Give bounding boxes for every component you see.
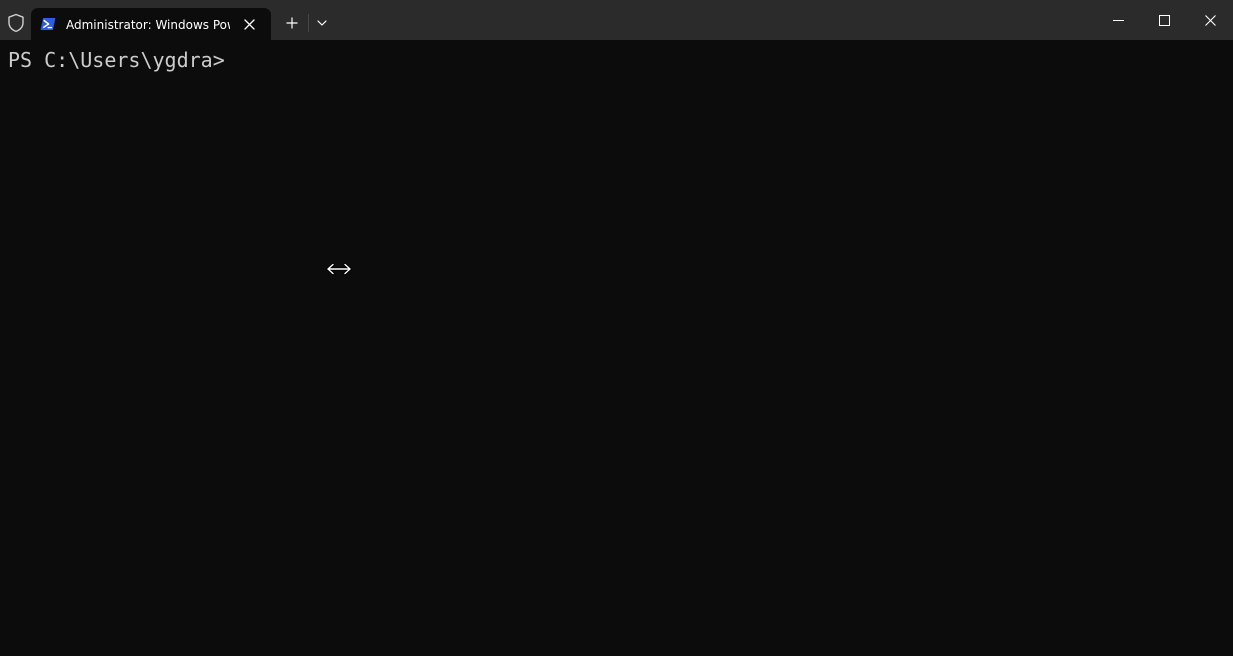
new-tab-button[interactable] [280,11,304,35]
close-icon [1204,14,1216,26]
terminal-pane[interactable]: PS C:\Users\ygdra> [0,40,1233,656]
minimize-icon [1112,19,1124,21]
plus-icon [286,17,298,29]
tab-powershell[interactable]: Administrator: Windows PowerShell [31,8,271,40]
new-tab-dropdown-button[interactable] [311,11,333,35]
title-bar[interactable]: Administrator: Windows PowerShell [0,0,1233,40]
close-window-button[interactable] [1187,0,1233,40]
prompt-line: PS C:\Users\ygdra> [8,48,225,72]
chevron-down-icon [317,20,327,26]
close-icon [243,18,255,30]
tab-close-button[interactable] [240,15,258,33]
shield-icon [8,13,24,33]
maximize-icon [1158,14,1170,26]
tab-divider [308,14,309,32]
terminal-window: Administrator: Windows PowerShell [0,0,1233,656]
resize-cursor-icon [326,262,352,276]
powershell-icon [40,18,56,30]
minimize-button[interactable] [1095,0,1141,40]
tab-title: Administrator: Windows PowerShell [66,18,230,32]
maximize-button[interactable] [1141,0,1187,40]
